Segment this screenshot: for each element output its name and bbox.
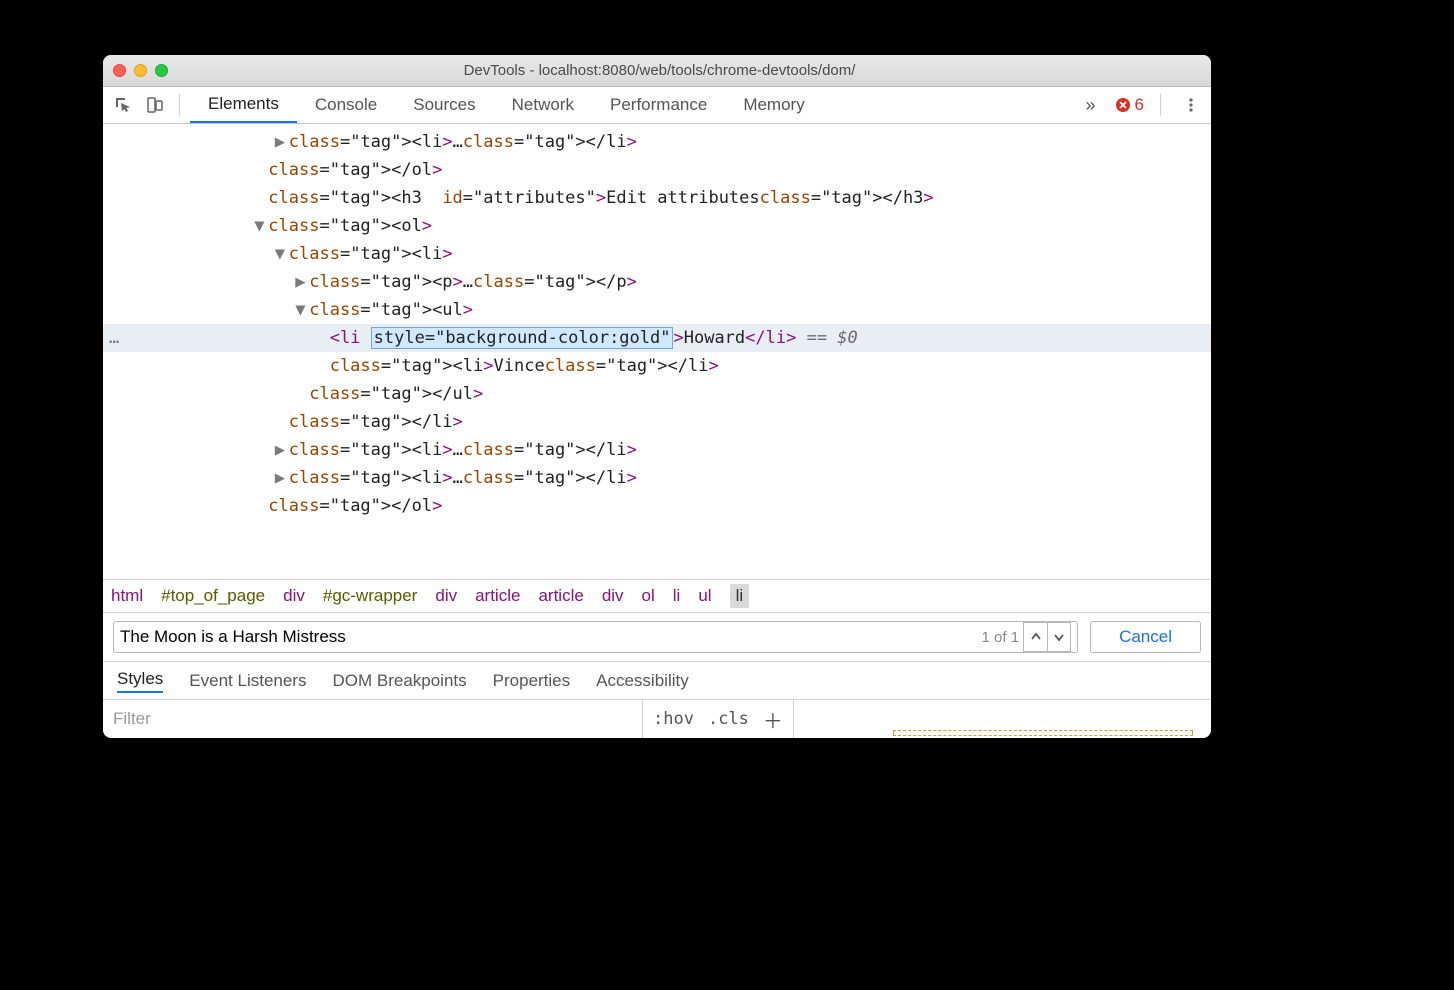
find-prev-button[interactable] [1023,622,1047,652]
styles-controls: :hov .cls ＋ [643,700,794,738]
dom-row[interactable]: class="tag"><h3 id="attributes">Edit att… [103,184,1211,212]
window-titlebar: DevTools - localhost:8080/web/tools/chro… [103,55,1211,87]
tab-network[interactable]: Network [494,87,592,123]
more-tabs-icon[interactable]: » [1077,91,1105,119]
breadcrumb-item[interactable]: div [435,586,457,606]
breadcrumb-item[interactable]: article [538,586,583,606]
device-toolbar-icon[interactable] [141,91,169,119]
devtools-window: DevTools - localhost:8080/web/tools/chro… [103,55,1211,738]
toggle-hover-button[interactable]: :hov [653,709,694,729]
find-input-container: 1 of 1 [113,621,1078,653]
find-next-button[interactable] [1047,622,1071,652]
sidebar-tab-accessibility[interactable]: Accessibility [596,671,689,691]
find-cancel-button[interactable]: Cancel [1090,621,1201,653]
dom-row[interactable]: class="tag"></ul> [103,380,1211,408]
sidebar-tab-dom-breakpoints[interactable]: DOM Breakpoints [332,671,466,691]
inspect-element-icon[interactable] [109,91,137,119]
styles-body [794,700,1211,738]
tab-performance[interactable]: Performance [592,87,725,123]
tab-sources[interactable]: Sources [395,87,493,123]
tab-elements[interactable]: Elements [190,87,297,123]
sidebar-tab-event-listeners[interactable]: Event Listeners [189,671,306,691]
find-bar: 1 of 1 Cancel [103,613,1211,662]
dom-row[interactable]: class="tag"></ol> [103,492,1211,520]
elements-dom-tree[interactable]: ▶class="tag"><li>…class="tag"></li> clas… [103,124,1211,579]
dom-row[interactable]: ▼class="tag"><ul> [103,296,1211,324]
breadcrumb-item[interactable]: ul [698,586,711,606]
find-match-count: 1 of 1 [982,629,1020,646]
error-count: 6 [1135,95,1144,115]
toolbar-separator [1160,94,1161,116]
dom-breadcrumb: html #top_of_page div #gc-wrapper div article… [103,579,1211,613]
breadcrumb-item[interactable]: #gc-wrapper [323,586,418,606]
breadcrumb-item[interactable]: article [475,586,520,606]
styles-filter-input[interactable] [113,709,632,729]
dom-row[interactable]: ▼class="tag"><ol> [103,212,1211,240]
breadcrumb-item[interactable]: #top_of_page [161,586,265,606]
breadcrumb-item[interactable]: html [111,586,143,606]
toolbar-separator [179,94,180,116]
sidebar-tab-properties[interactable]: Properties [493,671,570,691]
dom-row[interactable]: ▶class="tag"><li>…class="tag"></li> [103,128,1211,156]
kebab-menu-icon[interactable] [1177,91,1205,119]
error-badge[interactable]: 6 [1115,95,1144,115]
devtools-toolbar: ElementsConsoleSourcesNetworkPerformance… [103,87,1211,124]
panel-tabs: ElementsConsoleSourcesNetworkPerformance… [190,87,823,123]
zoom-window-button[interactable] [155,64,168,77]
dom-row[interactable]: class="tag"><li>Vinceclass="tag"></li> [103,352,1211,380]
new-style-rule-button[interactable]: ＋ [763,705,783,734]
sidebar-tab-styles[interactable]: Styles [117,669,163,693]
breadcrumb-item[interactable]: li [673,586,681,606]
dom-row[interactable]: ▼class="tag"><li> [103,240,1211,268]
attribute-edit-box[interactable]: style="background-color:gold" [371,327,674,349]
find-nav-buttons [1023,622,1071,652]
find-input[interactable] [120,627,978,647]
traffic-lights [113,64,168,77]
dom-row[interactable]: ▶class="tag"><li>…class="tag"></li> [103,464,1211,492]
styles-toolbar: :hov .cls ＋ [103,700,1211,738]
toggle-classes-button[interactable]: .cls [708,709,749,729]
dom-row[interactable]: class="tag"></ol> [103,156,1211,184]
box-model-preview [893,730,1193,736]
minimize-window-button[interactable] [134,64,147,77]
tab-console[interactable]: Console [297,87,395,123]
breadcrumb-item[interactable]: div [283,586,305,606]
window-title: DevTools - localhost:8080/web/tools/chro… [168,62,1201,79]
breadcrumb-item[interactable]: div [602,586,624,606]
dom-row[interactable]: ▶class="tag"><li>…class="tag"></li> [103,436,1211,464]
close-window-button[interactable] [113,64,126,77]
dom-selected-row[interactable]: <li style="background-color:gold">Howard… [103,324,1211,352]
dom-row[interactable]: class="tag"></li> [103,408,1211,436]
breadcrumb-item[interactable]: li [730,584,750,608]
styles-filter-container [103,700,643,738]
dom-row[interactable]: ▶class="tag"><p>…class="tag"></p> [103,268,1211,296]
sidebar-tabs: Styles Event Listeners DOM Breakpoints Prop… [103,662,1211,700]
tab-memory[interactable]: Memory [725,87,822,123]
breadcrumb-item[interactable]: ol [642,586,655,606]
